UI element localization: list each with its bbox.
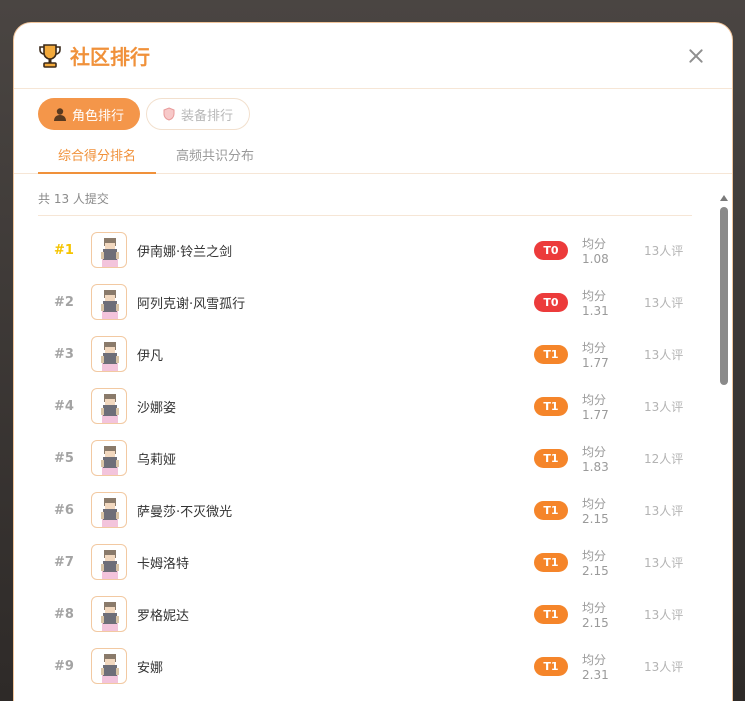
rank-number: #1 [54,242,74,258]
average-score: 均分 1.31 [582,288,609,318]
tier-badge: T0 [534,292,568,312]
dialog-title: 社区排行 [70,45,150,69]
review-count: 13人评 [644,295,684,310]
review-count: 13人评 [644,399,684,414]
character-name: 安娜 [137,660,164,676]
submission-count: 共 13 人提交 [38,190,692,216]
character-avatar [91,388,127,424]
average-score: 均分 2.15 [582,548,609,578]
tier-badge: T1 [534,448,568,468]
ranking-row[interactable]: #6 萨曼莎·不灭微光 T1 均分 2.15 13人评 [14,484,732,536]
ranking-row[interactable]: #4 沙娜姿 T1 均分 1.77 13人评 [14,380,732,432]
average-score: 均分 1.08 [582,236,609,266]
average-score: 均分 1.77 [582,392,609,422]
character-name: 沙娜姿 [137,400,177,416]
rank-number: #9 [54,658,74,674]
rank-number: #3 [54,346,74,362]
tier-badge: T0 [534,240,568,260]
ranking-row[interactable]: #3 伊凡 T1 均分 1.77 13人评 [14,328,732,380]
tier-badge: T1 [534,604,568,624]
character-name: 伊凡 [137,348,164,364]
ranking-row[interactable]: #2 阿列克谢·风雪孤行 T0 均分 1.31 13人评 [14,276,732,328]
tier-badge: T1 [534,396,568,416]
community-ranking-dialog: 社区排行 角色排行 装备排行 综合得分排名 高频共识分布 共 13 人提交 #1 [13,22,733,701]
tab-consensus-distribution[interactable]: 高频共识分布 [156,136,274,173]
pill-label: 角色排行 [72,108,125,124]
character-avatar [91,544,127,580]
subtab-bar: 综合得分排名 高频共识分布 [14,136,732,174]
character-name: 伊南娜·铃兰之剑 [137,244,233,260]
average-score: 均分 2.15 [582,496,609,526]
ranking-row[interactable]: #1 伊南娜·铃兰之剑 T0 均分 1.08 13人评 [14,224,732,276]
scroll-up-arrow-icon[interactable] [720,195,728,201]
person-icon [54,108,66,121]
scrollbar-thumb[interactable] [720,207,728,385]
tab-overall-score[interactable]: 综合得分排名 [38,136,157,174]
shield-icon [163,107,175,121]
review-count: 13人评 [644,659,684,674]
review-count: 13人评 [644,555,684,570]
character-avatar [91,648,127,684]
character-name: 罗格妮达 [137,608,190,624]
character-avatar [91,284,127,320]
review-count: 13人评 [644,243,684,258]
review-count: 12人评 [644,451,684,466]
rank-number: #7 [54,554,74,570]
character-name: 阿列克谢·风雪孤行 [137,296,246,312]
review-count: 13人评 [644,347,684,362]
character-name: 萨曼莎·不灭微光 [137,504,233,520]
character-name: 卡姆洛特 [137,556,190,572]
rank-number: #2 [54,294,74,310]
pill-character-ranking[interactable]: 角色排行 [38,98,141,130]
tier-badge: T1 [534,552,568,572]
character-avatar [91,596,127,632]
character-avatar [91,336,127,372]
character-avatar [91,232,127,268]
rank-number: #5 [54,450,74,466]
tier-badge: T1 [534,344,568,364]
close-icon[interactable] [684,44,708,68]
pill-equipment-ranking[interactable]: 装备排行 [146,98,251,130]
rank-number: #8 [54,606,74,622]
ranking-type-switch: 角色排行 装备排行 [14,89,732,130]
average-score: 均分 2.15 [582,600,609,630]
average-score: 均分 1.77 [582,340,609,370]
character-name: 乌莉娅 [137,452,177,468]
scrollbar[interactable] [720,195,728,701]
ranking-row[interactable]: #7 卡姆洛特 T1 均分 2.15 13人评 [14,536,732,588]
character-avatar [91,440,127,476]
ranking-row[interactable]: #9 安娜 T1 均分 2.31 13人评 [14,640,732,692]
trophy-icon [39,43,61,68]
review-count: 13人评 [644,607,684,622]
average-score: 均分 1.83 [582,444,609,474]
tier-badge: T1 [534,500,568,520]
rank-number: #6 [54,502,74,518]
pill-label: 装备排行 [181,108,234,124]
rank-number: #4 [54,398,74,414]
ranking-row[interactable]: #5 乌莉娅 T1 均分 1.83 12人评 [14,432,732,484]
tier-badge: T1 [534,656,568,676]
dialog-header: 社区排行 [14,23,732,89]
ranking-content: 共 13 人提交 #1 伊南娜·铃兰之剑 T0 均分 1.08 13人评 #2 [14,190,732,701]
average-score: 均分 2.31 [582,652,609,682]
character-avatar [91,492,127,528]
review-count: 13人评 [644,503,684,518]
ranking-row[interactable]: #8 罗格妮达 T1 均分 2.15 13人评 [14,588,732,640]
ranking-list: #1 伊南娜·铃兰之剑 T0 均分 1.08 13人评 #2 阿列克谢·风雪孤行… [14,224,732,692]
